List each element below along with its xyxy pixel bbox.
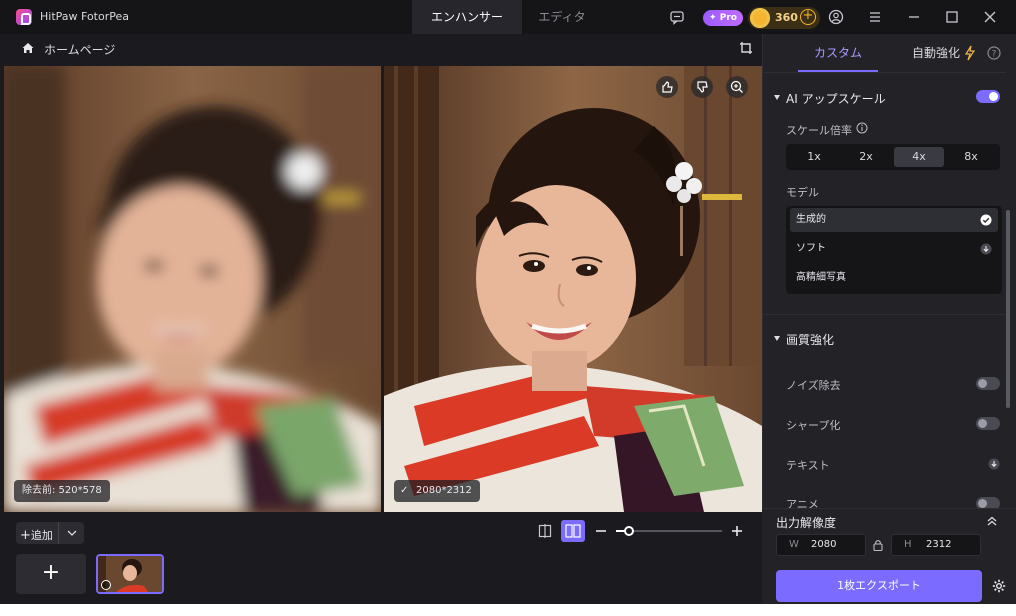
- info-icon[interactable]: [101, 580, 111, 590]
- menu-icon[interactable]: [867, 9, 883, 25]
- model-label: モデル: [786, 186, 819, 199]
- width-field[interactable]: W 2080: [776, 534, 866, 556]
- app-title: HitPaw FotorPea: [40, 10, 129, 23]
- add-image-button[interactable]: +: [16, 554, 86, 594]
- collapse-caret-icon[interactable]: [774, 95, 780, 100]
- toggle-knob: [978, 499, 987, 508]
- ai-upscale-title[interactable]: AI アップスケール: [786, 90, 886, 107]
- after-size-label: ✓ 2080*2312: [394, 480, 480, 502]
- help-icon[interactable]: ?: [986, 45, 1002, 61]
- crop-icon[interactable]: [738, 40, 754, 56]
- home-icon[interactable]: [20, 40, 36, 56]
- side-by-side-icon: [565, 524, 581, 538]
- chevron-down-icon: [67, 530, 77, 536]
- download-icon[interactable]: [988, 458, 1000, 470]
- background-strip: [0, 604, 1016, 616]
- scale-info-icon[interactable]: [856, 122, 868, 134]
- close-icon[interactable]: [971, 0, 1009, 34]
- export-button[interactable]: 1枚エクスポート: [776, 570, 982, 602]
- thumbs-down-icon[interactable]: [691, 76, 713, 98]
- output-resolution-title: 出力解像度: [776, 516, 837, 530]
- svg-text:?: ?: [992, 50, 997, 60]
- lightning-icon: [963, 45, 979, 61]
- width-field-label: W: [789, 539, 799, 550]
- height-field-label: H: [904, 539, 912, 550]
- compare-split-icon[interactable]: [537, 523, 553, 539]
- check-circle-icon: [980, 214, 992, 226]
- width-value: 2080: [811, 539, 837, 550]
- zoom-slider-handle[interactable]: [624, 526, 634, 536]
- pro-spark-icon: ✦: [709, 13, 720, 23]
- app-logo-icon: [16, 9, 32, 25]
- image-thumbnail[interactable]: [96, 554, 164, 594]
- add-button-label: +追加: [20, 527, 53, 543]
- toggle-knob: [978, 419, 987, 428]
- chevron-double-up-icon[interactable]: [985, 515, 999, 527]
- zoom-plus-icon[interactable]: [729, 523, 745, 539]
- toggle-knob: [978, 379, 987, 388]
- height-value: 2312: [926, 539, 952, 550]
- tab-custom[interactable]: カスタム: [798, 34, 878, 72]
- gear-icon[interactable]: [991, 578, 1007, 594]
- pro-label: Pro: [719, 13, 737, 23]
- before-size-label: 除去前: 520*578: [14, 480, 110, 502]
- settings-scrollbar[interactable]: [1006, 210, 1010, 408]
- model-option-hd-photo[interactable]: 高精細写真: [790, 266, 998, 290]
- after-size-text: 2080*2312: [416, 485, 472, 496]
- before-photo: [4, 66, 381, 512]
- feedback-icon[interactable]: [669, 9, 685, 25]
- quality-title[interactable]: 画質強化: [786, 331, 834, 348]
- tab-enhancer[interactable]: エンハンサー: [412, 0, 522, 34]
- thumbs-up-icon[interactable]: [656, 76, 678, 98]
- add-dropdown-button[interactable]: [58, 522, 84, 544]
- coin-icon: [750, 8, 770, 28]
- scale-label: スケール倍率: [786, 124, 852, 137]
- model-option-generative[interactable]: 生成的: [790, 208, 998, 232]
- tab-auto-enhance[interactable]: 自動強化: [906, 34, 966, 72]
- after-image[interactable]: ✓ 2080*2312: [384, 66, 762, 512]
- download-icon[interactable]: [980, 243, 992, 255]
- scale-option-8x[interactable]: 8x: [946, 144, 996, 170]
- plus-large-icon: +: [41, 560, 61, 585]
- model-option-label: ソフト: [796, 243, 826, 254]
- credits-count: 360: [775, 11, 798, 24]
- model-option-soft[interactable]: ソフト: [790, 237, 998, 261]
- before-image[interactable]: 除去前: 520*578: [4, 66, 381, 512]
- toggle-knob: [989, 92, 998, 101]
- denoise-label: ノイズ除去: [786, 379, 841, 392]
- home-link[interactable]: ホームページ: [44, 41, 115, 58]
- section-divider: [762, 314, 1006, 315]
- side-by-side-view-button[interactable]: [561, 520, 585, 542]
- collapse-caret-icon[interactable]: [774, 336, 780, 341]
- check-icon: ✓: [400, 485, 409, 496]
- add-credits-icon[interactable]: +: [800, 9, 816, 25]
- maximize-icon[interactable]: [933, 0, 971, 34]
- zoom-out-icon[interactable]: [593, 523, 609, 539]
- tabs-divider: [762, 72, 1006, 73]
- zoom-in-icon[interactable]: [726, 76, 748, 98]
- sharpen-toggle[interactable]: [976, 417, 1000, 430]
- scale-option-1x[interactable]: 1x: [789, 144, 839, 170]
- denoise-toggle[interactable]: [976, 377, 1000, 390]
- account-icon[interactable]: [828, 9, 844, 25]
- model-option-label: 生成的: [796, 214, 826, 225]
- height-field[interactable]: H 2312: [891, 534, 981, 556]
- after-photo: [384, 66, 762, 512]
- scale-option-4x[interactable]: 4x: [894, 147, 944, 167]
- tab-editor[interactable]: エディタ: [522, 0, 602, 34]
- pro-badge[interactable]: ✦ Pro: [703, 10, 743, 26]
- ai-upscale-toggle[interactable]: [976, 90, 1000, 103]
- sharpen-label: シャープ化: [786, 419, 841, 432]
- minimize-icon[interactable]: [895, 0, 933, 34]
- add-text: 追加: [30, 529, 53, 542]
- app-window: HitPaw FotorPea エンハンサー エディタ ✦ Pro 360 + …: [0, 0, 1016, 604]
- scale-option-2x[interactable]: 2x: [841, 144, 891, 170]
- text-enhance-label: テキスト: [786, 459, 830, 472]
- plus-icon: +: [20, 528, 31, 543]
- lock-icon[interactable]: [872, 538, 884, 552]
